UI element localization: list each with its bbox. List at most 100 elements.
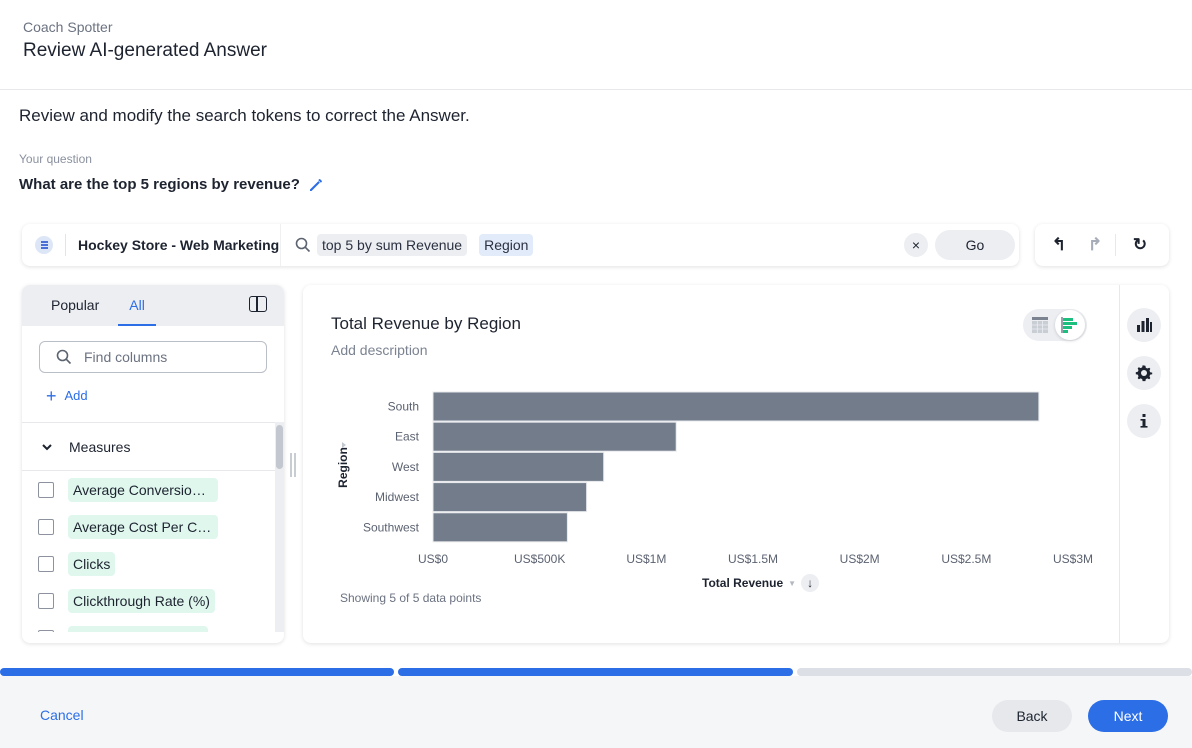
pencil-icon[interactable] [308, 177, 324, 193]
list-item: Conversion Rate (%) [22, 619, 284, 632]
search-token[interactable]: Region [479, 234, 534, 256]
category-label: Midwest [375, 490, 420, 504]
gear-icon [1135, 365, 1153, 382]
divider [1119, 285, 1120, 643]
redo-icon: ↱ [1087, 235, 1103, 254]
x-tick-label: US$1.5M [728, 552, 778, 566]
bar-chart: South East West Midwest Southwest US$0 US$500K… [336, 391, 1093, 566]
find-columns-field[interactable] [39, 341, 267, 373]
cancel-button[interactable]: Cancel [40, 707, 84, 723]
column-checkbox[interactable] [38, 555, 54, 572]
bar-south[interactable] [432, 391, 1040, 422]
view-toggle[interactable] [1023, 309, 1087, 341]
datapoints-count: Showing 5 of 5 data points [340, 591, 482, 605]
chart-title[interactable]: Total Revenue by Region [331, 314, 521, 334]
chart-type-icon [1137, 318, 1152, 332]
add-column-button[interactable]: + Add [46, 385, 88, 406]
clear-search-button[interactable]: × [904, 233, 928, 257]
undo-button[interactable]: ↰ [1041, 230, 1077, 260]
chart-description[interactable]: Add description [331, 342, 428, 358]
go-button[interactable]: Go [935, 230, 1015, 260]
search-icon [56, 349, 72, 365]
undo-icon: ↰ [1051, 235, 1067, 254]
bar-east[interactable] [432, 421, 677, 452]
x-tick-label: US$2.5M [941, 552, 991, 566]
x-tick-label: US$2M [840, 552, 880, 566]
section-label: Measures [69, 438, 131, 455]
reset-icon: ↻ [1132, 235, 1148, 254]
y-axis-title[interactable]: Region [336, 447, 350, 488]
columns-panel: Popular All + Add Measures Average Conve… [22, 285, 284, 643]
category-label: Southwest [363, 520, 420, 534]
sort-button[interactable]: ↓ [801, 574, 820, 592]
info-button[interactable] [1127, 404, 1161, 438]
column-chip[interactable]: Clicks [68, 551, 116, 576]
info-icon [1140, 414, 1148, 428]
divider [65, 234, 66, 256]
page-header: Coach Spotter Review AI-generated Answer [0, 0, 1192, 90]
next-button[interactable]: Next [1088, 700, 1168, 732]
column-chip[interactable]: Average Cost Per Click [68, 514, 218, 539]
tab-all[interactable]: All [118, 297, 156, 326]
progress-step-1 [0, 668, 394, 676]
columns-list: Measures Average Conversion Rate (%) Ave… [22, 422, 284, 632]
question-text: What are the top 5 regions by revenue? [19, 176, 300, 193]
bar-west[interactable] [432, 451, 605, 482]
search-token[interactable]: top 5 by sum Revenue [317, 234, 468, 256]
add-label: Add [64, 388, 88, 403]
search-bar: Hockey Store - Web Marketing top 5 by su… [22, 224, 1019, 266]
question-label: Your question [19, 152, 92, 166]
category-label: West [392, 460, 420, 474]
datasource-name[interactable]: Hockey Store - Web Marketing [78, 237, 280, 253]
measures-section-header[interactable]: Measures [22, 423, 275, 471]
header-subtitle: Coach Spotter [23, 19, 113, 35]
bar-southwest[interactable] [432, 512, 568, 543]
panel-toggle-icon[interactable] [249, 296, 267, 312]
list-item: Average Conversion Rate (%) [22, 471, 284, 508]
list-item: Average Cost Per Click [22, 508, 284, 545]
find-columns-input[interactable] [84, 349, 254, 365]
history-controls: ↰ ↱ ↻ [1035, 224, 1169, 266]
column-checkbox[interactable] [38, 518, 54, 535]
divider [1115, 234, 1116, 256]
plus-icon: + [46, 385, 57, 406]
caret-right-icon[interactable] [342, 442, 346, 448]
scrollbar-thumb[interactable] [276, 425, 283, 469]
list-item: Clicks [22, 545, 284, 582]
bar-midwest[interactable] [432, 482, 588, 513]
datasource-icon[interactable] [35, 236, 53, 254]
close-icon: × [911, 237, 921, 253]
progress-step-3 [797, 668, 1192, 676]
redo-button[interactable]: ↱ [1077, 230, 1113, 260]
x-tick-label: US$1M [626, 552, 666, 566]
x-tick-label: US$0 [418, 552, 448, 566]
progress-step-2 [398, 668, 793, 676]
footer: Cancel Back Next [0, 676, 1192, 748]
bar-chart-icon [1061, 317, 1077, 333]
search-icon [295, 237, 311, 253]
column-chip[interactable]: Average Conversion Rate (%) [68, 477, 218, 502]
question: What are the top 5 regions by revenue? [19, 176, 324, 193]
list-item: Clickthrough Rate (%) [22, 582, 284, 619]
tab-popular[interactable]: Popular [51, 297, 99, 326]
table-view-icon[interactable] [1032, 317, 1048, 333]
sort-descending-icon: ↓ [807, 576, 814, 590]
chevron-down-icon [42, 443, 52, 450]
instruction-text: Review and modify the search tokens to c… [19, 106, 470, 125]
x-axis-title[interactable]: Total Revenue ▼ ↓ [702, 574, 820, 592]
column-checkbox[interactable] [38, 592, 54, 609]
back-button[interactable]: Back [992, 700, 1072, 732]
column-chip[interactable]: Conversion Rate (%) [68, 625, 208, 632]
category-label: East [395, 430, 420, 444]
column-checkbox[interactable] [38, 629, 54, 632]
panel-resize-handle[interactable] [290, 453, 296, 477]
caret-down-icon[interactable]: ▼ [788, 579, 796, 588]
x-tick-label: US$3M [1053, 552, 1093, 566]
reset-button[interactable]: ↻ [1122, 230, 1158, 260]
column-checkbox[interactable] [38, 481, 54, 498]
page-title: Review AI-generated Answer [23, 40, 267, 61]
column-chip[interactable]: Clickthrough Rate (%) [68, 588, 215, 613]
chart-type-button[interactable] [1127, 308, 1161, 342]
settings-button[interactable] [1127, 356, 1161, 390]
chart-view-button[interactable] [1055, 310, 1085, 340]
